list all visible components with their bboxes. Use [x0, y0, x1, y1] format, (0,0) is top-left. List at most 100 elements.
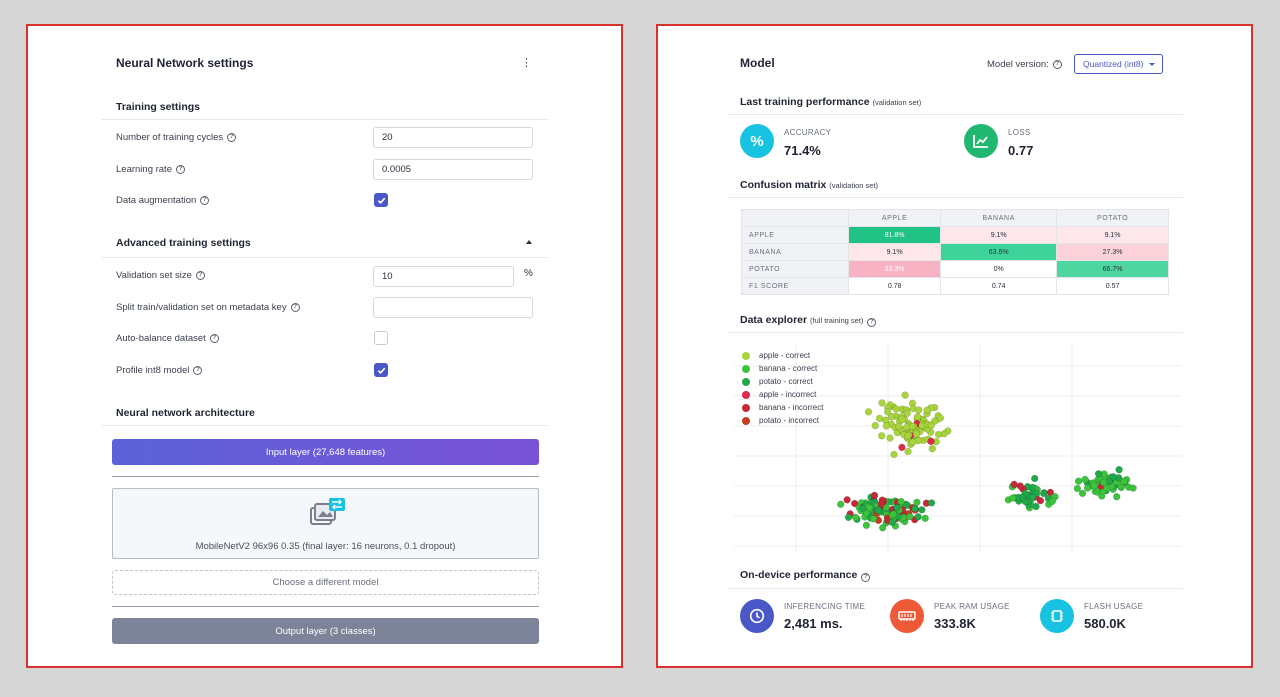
- data-point[interactable]: [837, 500, 845, 508]
- data-point[interactable]: [864, 408, 873, 416]
- help-icon[interactable]: ?: [193, 366, 203, 375]
- matrix-cell: 27.3%: [1056, 243, 1169, 261]
- data-point[interactable]: [903, 409, 911, 417]
- data-point[interactable]: [934, 430, 943, 439]
- data-point[interactable]: [865, 504, 874, 512]
- help-icon[interactable]: ?: [209, 334, 219, 343]
- data-point[interactable]: [913, 413, 922, 421]
- data-point[interactable]: [871, 421, 879, 430]
- data-point[interactable]: [844, 513, 853, 522]
- profile-int8-checkbox[interactable]: [374, 363, 388, 377]
- data-point[interactable]: [875, 414, 884, 423]
- data-point[interactable]: [923, 406, 931, 414]
- data-point[interactable]: [909, 438, 917, 446]
- validation-set-size-input[interactable]: 10: [373, 266, 514, 287]
- model-version-dropdown[interactable]: Quantized (int8): [1074, 54, 1163, 74]
- data-point[interactable]: [1074, 477, 1083, 485]
- data-point[interactable]: [911, 504, 919, 513]
- data-point[interactable]: [1029, 483, 1037, 492]
- data-point[interactable]: [843, 496, 851, 504]
- data-point[interactable]: [869, 515, 878, 523]
- auto-balance-checkbox[interactable]: [374, 331, 388, 345]
- data-point[interactable]: [1099, 478, 1108, 487]
- data-point[interactable]: [862, 521, 871, 529]
- data-point[interactable]: [1081, 475, 1089, 484]
- data-point[interactable]: [1073, 484, 1082, 493]
- data-point[interactable]: [927, 421, 935, 430]
- data-point[interactable]: [912, 430, 921, 438]
- data-point[interactable]: [878, 432, 886, 440]
- data-point[interactable]: [897, 497, 905, 506]
- kebab-menu-icon[interactable]: ⋮: [521, 58, 532, 69]
- data-point[interactable]: [1090, 482, 1098, 490]
- help-icon[interactable]: ?: [861, 572, 871, 582]
- data-point[interactable]: [918, 506, 926, 514]
- data-augmentation-checkbox[interactable]: [374, 193, 388, 207]
- data-point[interactable]: [1031, 474, 1039, 483]
- data-point[interactable]: [921, 514, 929, 522]
- data-point[interactable]: [1029, 493, 1037, 501]
- loss-label: LOSS: [1008, 128, 1031, 137]
- data-point[interactable]: [1094, 470, 1103, 478]
- data-point[interactable]: [893, 504, 901, 512]
- input-layer-button[interactable]: Input layer (27,648 features): [112, 439, 539, 465]
- data-point[interactable]: [858, 504, 867, 513]
- collapse-caret-icon[interactable]: [526, 240, 532, 244]
- data-point[interactable]: [1048, 497, 1057, 505]
- chevron-down-icon: [1149, 62, 1155, 66]
- help-icon[interactable]: ?: [290, 303, 300, 312]
- data-point[interactable]: [928, 445, 936, 453]
- data-point[interactable]: [1113, 493, 1121, 501]
- data-point[interactable]: [904, 432, 912, 440]
- data-point[interactable]: [904, 447, 912, 456]
- data-point[interactable]: [1129, 484, 1137, 492]
- data-point[interactable]: [870, 491, 879, 500]
- data-point[interactable]: [915, 406, 923, 414]
- data-point[interactable]: [1109, 473, 1117, 481]
- data-point[interactable]: [1039, 489, 1048, 498]
- output-layer-button[interactable]: Output layer (3 classes): [112, 618, 539, 644]
- data-point[interactable]: [1010, 480, 1018, 489]
- data-point[interactable]: [874, 506, 883, 515]
- data-point[interactable]: [889, 510, 897, 518]
- choose-different-model-button[interactable]: Choose a different model: [112, 570, 539, 595]
- data-point[interactable]: [1009, 494, 1017, 502]
- data-point[interactable]: [1120, 477, 1128, 486]
- help-icon[interactable]: ?: [175, 165, 185, 174]
- data-point[interactable]: [890, 450, 898, 459]
- data-point[interactable]: [1016, 482, 1024, 490]
- matrix-cell: 0%: [940, 260, 1058, 278]
- data-point[interactable]: [892, 405, 900, 413]
- data-point[interactable]: [888, 518, 896, 526]
- data-point[interactable]: [1115, 466, 1123, 474]
- data-point[interactable]: [927, 499, 936, 507]
- data-point[interactable]: [878, 399, 886, 407]
- data-point[interactable]: [1078, 489, 1087, 498]
- help-icon[interactable]: ?: [227, 133, 237, 142]
- data-point[interactable]: [898, 443, 906, 452]
- help-icon[interactable]: ?: [1052, 60, 1062, 69]
- data-point[interactable]: [883, 408, 892, 416]
- data-point[interactable]: [1083, 484, 1092, 492]
- data-point[interactable]: [936, 414, 945, 422]
- data-point[interactable]: [927, 437, 935, 445]
- help-icon[interactable]: ?: [195, 271, 205, 280]
- data-point[interactable]: [877, 500, 886, 508]
- model-block[interactable]: MobileNetV2 96x96 0.35 (final layer: 16 …: [112, 488, 539, 559]
- help-icon[interactable]: ?: [200, 196, 210, 205]
- data-point[interactable]: [901, 391, 909, 399]
- column-header: POTATO: [1056, 209, 1169, 227]
- data-point[interactable]: [906, 512, 914, 521]
- data-point[interactable]: [1018, 493, 1027, 501]
- data-point[interactable]: [882, 422, 891, 430]
- learning-rate-input[interactable]: 0.0005: [373, 159, 533, 180]
- data-point[interactable]: [898, 415, 906, 423]
- data-point[interactable]: [895, 422, 903, 431]
- data-point[interactable]: [851, 513, 860, 522]
- training-cycles-input[interactable]: 20: [373, 127, 533, 148]
- help-icon[interactable]: ?: [867, 317, 877, 327]
- data-point[interactable]: [908, 422, 916, 431]
- data-point[interactable]: [914, 513, 922, 521]
- split-metadata-input[interactable]: [373, 297, 533, 318]
- data-point[interactable]: [886, 434, 894, 442]
